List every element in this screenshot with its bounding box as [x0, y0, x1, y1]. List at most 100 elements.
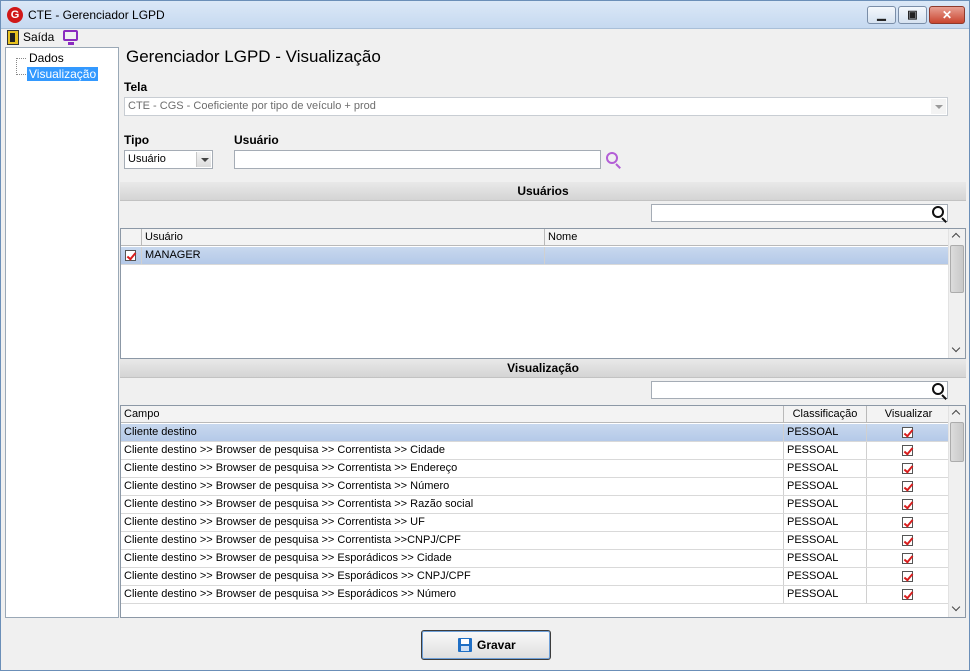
visualizar-checkbox[interactable] — [902, 589, 913, 600]
view-col-classificacao[interactable]: Classificação — [784, 406, 867, 423]
usuario-label: Usuário — [234, 133, 279, 147]
main-window: G CTE - Gerenciador LGPD ▁ ▣ ✕ Saída Dad… — [0, 0, 970, 671]
users-grid-header: Usuário Nome — [121, 229, 950, 246]
visualizar-cell — [867, 496, 950, 513]
row-check-cell — [121, 247, 142, 264]
table-row[interactable]: Cliente destino >> Browser de pesquisa >… — [121, 568, 950, 586]
tree-item-dados[interactable]: Dados — [27, 51, 66, 65]
tree-item-visualizacao[interactable]: Visualização — [27, 67, 99, 81]
visualizar-cell — [867, 532, 950, 549]
visualizar-checkbox[interactable] — [902, 481, 913, 492]
visualizar-cell — [867, 460, 950, 477]
campo-cell: Cliente destino >> Browser de pesquisa >… — [121, 460, 784, 477]
visualizar-cell — [867, 514, 950, 531]
visualizar-checkbox[interactable] — [902, 535, 913, 546]
tipo-select[interactable]: Usuário — [124, 150, 213, 169]
table-row[interactable]: MANAGER — [121, 247, 950, 265]
campo-cell: Cliente destino >> Browser de pesquisa >… — [121, 550, 784, 567]
visualizar-cell — [867, 568, 950, 585]
view-search-input[interactable] — [651, 381, 948, 399]
visualizar-cell — [867, 550, 950, 567]
floppy-disk-icon — [458, 638, 472, 652]
scroll-down-icon[interactable] — [949, 342, 965, 358]
tree-connector — [17, 74, 26, 75]
close-button[interactable]: ✕ — [929, 6, 965, 24]
scroll-thumb[interactable] — [950, 422, 964, 462]
users-grid-scrollbar[interactable] — [948, 229, 965, 358]
classificacao-cell: PESSOAL — [784, 460, 867, 477]
scroll-up-icon[interactable] — [949, 229, 965, 245]
tela-select[interactable]: CTE - CGS - Coeficiente por tipo de veíc… — [124, 97, 948, 116]
table-row[interactable]: Cliente destino >> Browser de pesquisa >… — [121, 532, 950, 550]
scroll-down-icon[interactable] — [949, 601, 965, 617]
user-select-checkbox[interactable] — [125, 250, 136, 261]
users-section-header: Usuários — [120, 182, 966, 201]
window-title: CTE - Gerenciador LGPD — [28, 8, 165, 22]
classificacao-cell: PESSOAL — [784, 532, 867, 549]
visualizar-checkbox[interactable] — [902, 571, 913, 582]
maximize-button[interactable]: ▣ — [898, 6, 927, 24]
view-col-visualizar[interactable]: Visualizar — [867, 406, 950, 423]
table-row[interactable]: Cliente destino >> Browser de pesquisa >… — [121, 496, 950, 514]
table-row[interactable]: Cliente destino >> Browser de pesquisa >… — [121, 442, 950, 460]
table-row[interactable]: Cliente destino >> Browser de pesquisa >… — [121, 478, 950, 496]
user-nome-cell — [545, 247, 950, 264]
exit-door-icon[interactable] — [7, 30, 19, 45]
save-button[interactable]: Gravar — [421, 630, 551, 660]
tela-label: Tela — [124, 80, 148, 94]
classificacao-cell: PESSOAL — [784, 550, 867, 567]
visualizar-checkbox[interactable] — [902, 553, 913, 564]
visualizar-checkbox[interactable] — [902, 427, 913, 438]
campo-cell: Cliente destino >> Browser de pesquisa >… — [121, 496, 784, 513]
classificacao-cell: PESSOAL — [784, 568, 867, 585]
view-section-header: Visualização — [120, 359, 966, 378]
view-grid-header: Campo Classificação Visualizar — [121, 406, 950, 423]
campo-cell: Cliente destino >> Browser de pesquisa >… — [121, 532, 784, 549]
users-search-input[interactable] — [651, 204, 948, 222]
search-icon[interactable] — [932, 383, 944, 395]
minimize-icon: ▁ — [877, 9, 886, 21]
campo-cell: Cliente destino >> Browser de pesquisa >… — [121, 514, 784, 531]
monitor-icon[interactable] — [63, 30, 78, 45]
table-row[interactable]: Cliente destino PESSOAL — [121, 424, 950, 442]
tela-select-value: CTE - CGS - Coeficiente por tipo de veíc… — [128, 100, 376, 112]
campo-cell: Cliente destino >> Browser de pesquisa >… — [121, 442, 784, 459]
tree-connector — [16, 58, 17, 75]
campo-cell: Cliente destino — [121, 424, 784, 441]
table-row[interactable]: Cliente destino >> Browser de pesquisa >… — [121, 550, 950, 568]
visualizar-checkbox[interactable] — [902, 463, 913, 474]
view-col-campo[interactable]: Campo — [121, 406, 784, 423]
classificacao-cell: PESSOAL — [784, 586, 867, 603]
table-row[interactable]: Cliente destino >> Browser de pesquisa >… — [121, 586, 950, 604]
title-bar[interactable]: G CTE - Gerenciador LGPD ▁ ▣ ✕ — [1, 1, 969, 29]
scroll-up-icon[interactable] — [949, 406, 965, 422]
classificacao-cell: PESSOAL — [784, 478, 867, 495]
visualizar-checkbox[interactable] — [902, 499, 913, 510]
users-col-nome[interactable]: Nome — [545, 229, 950, 246]
visualizar-checkbox[interactable] — [902, 517, 913, 528]
campo-cell: Cliente destino >> Browser de pesquisa >… — [121, 586, 784, 603]
chevron-down-icon — [196, 152, 211, 167]
campo-cell: Cliente destino >> Browser de pesquisa >… — [121, 478, 784, 495]
classificacao-cell: PESSOAL — [784, 442, 867, 459]
visualizar-cell — [867, 424, 950, 441]
close-icon: ✕ — [941, 8, 953, 22]
view-grid-scrollbar[interactable] — [948, 406, 965, 617]
search-user-icon[interactable] — [606, 152, 618, 164]
tipo-label: Tipo — [124, 133, 150, 147]
users-col-usuario[interactable]: Usuário — [142, 229, 545, 246]
users-grid-check-header — [121, 229, 142, 246]
chevron-down-icon — [931, 99, 946, 114]
users-grid: Usuário Nome MANAGER — [120, 228, 966, 359]
usuario-input[interactable] — [234, 150, 601, 169]
visualizar-checkbox[interactable] — [902, 445, 913, 456]
scroll-thumb[interactable] — [950, 245, 964, 293]
menu-exit[interactable]: Saída — [23, 30, 54, 44]
minimize-button[interactable]: ▁ — [867, 6, 896, 24]
tree-connector — [17, 58, 26, 59]
table-row[interactable]: Cliente destino >> Browser de pesquisa >… — [121, 460, 950, 478]
table-row[interactable]: Cliente destino >> Browser de pesquisa >… — [121, 514, 950, 532]
search-icon[interactable] — [932, 206, 944, 218]
app-logo-icon: G — [7, 7, 23, 23]
visualizar-cell — [867, 442, 950, 459]
